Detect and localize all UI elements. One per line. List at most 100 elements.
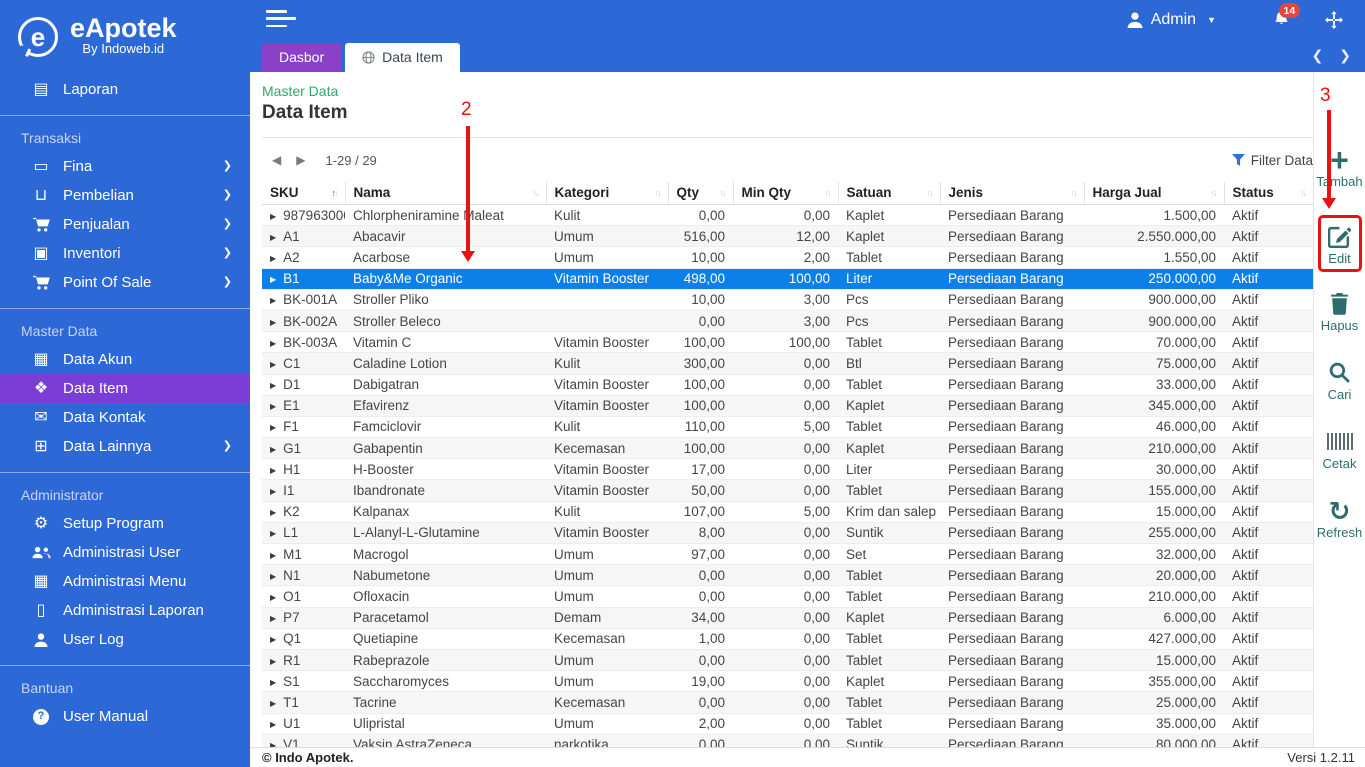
page-next-icon[interactable]: ▶ (296, 153, 305, 167)
column-header-harga-jual[interactable]: Harga Jual ↑↓ (1083, 182, 1224, 205)
column-header-min-qty[interactable]: Min Qty ↑↓ (732, 182, 838, 205)
table-row[interactable]: ▶ C1 Caladine Lotion Kulit 300,00 0,00 Btl Pers… (262, 352, 1313, 375)
table-row[interactable]: ▶ U1 Ulipristal Umum 2,00 0,00 Tablet Persediaa… (262, 713, 1313, 735)
annotation-arrow-2-line (466, 126, 470, 252)
table-row[interactable]: ▶ BK-002A Stroller Beleco 0,00 3,00 Pcs Persed… (262, 310, 1313, 333)
tambah-button[interactable]: + Tambah (1316, 144, 1362, 190)
row-expand-icon[interactable]: ▶ (270, 318, 276, 327)
refresh-button[interactable]: ↻ Refresh (1317, 497, 1363, 541)
notifications-button[interactable]: 14 (1274, 3, 1300, 30)
sidebar-item-data-lainnya[interactable]: ⊞ Data Lainnya ❯ (0, 432, 250, 461)
table-row[interactable]: ▶ E1 Efavirenz Vitamin Booster 100,00 0,00 Kap… (262, 395, 1313, 417)
sidebar-item-data-item[interactable]: ❖ Data Item (0, 374, 250, 403)
row-expand-icon[interactable]: ▶ (270, 614, 276, 623)
row-expand-icon[interactable]: ▶ (270, 254, 276, 263)
row-expand-icon[interactable]: ▶ (270, 423, 276, 432)
column-header-qty[interactable]: Qty ↑↓ (667, 182, 733, 205)
sidebar-item-administrasi-menu[interactable]: ▦ Administrasi Menu (0, 567, 250, 596)
cell-harga_jual: 900.000,00 (1084, 289, 1224, 311)
table-row[interactable]: ▶ L1 L-Alanyl-L-Glutamine Vitamin Booster 8,… (262, 522, 1313, 545)
sidebar-item-user-log[interactable]: User Log (0, 625, 250, 654)
table-row[interactable]: ▶ T1 Tacrine Kecemasan 0,00 0,00 Tablet Persedi… (262, 691, 1313, 714)
row-expand-icon[interactable]: ▶ (270, 466, 276, 475)
table-row[interactable]: ▶ H1 H-Booster Vitamin Booster 17,00 0,00 Lite… (262, 458, 1313, 481)
table-row[interactable]: ▶ A2 Acarbose Umum 10,00 2,00 Tablet Persediaan… (262, 246, 1313, 269)
column-header-jenis[interactable]: Jenis ↑↓ (939, 182, 1084, 205)
cell-status: Aktif (1224, 352, 1313, 375)
sidebar-item-pembelian[interactable]: ⊔ Pembelian ❯ (0, 181, 250, 210)
sidebar-item-setup-program[interactable]: ⚙ Setup Program (0, 509, 250, 538)
table-row[interactable]: ▶ O1 Ofloxacin Umum 0,00 0,00 Tablet Persediaan… (262, 585, 1313, 608)
table-row[interactable]: ▶ G1 Gabapentin Kecemasan 100,00 0,00 Kaplet Pe… (262, 437, 1313, 460)
column-header-sku[interactable]: SKU ↑↓ (262, 182, 345, 205)
row-expand-icon[interactable]: ▶ (270, 275, 276, 284)
cari-button[interactable]: Cari (1328, 359, 1351, 402)
row-expand-icon[interactable]: ▶ (270, 657, 276, 666)
filter-data-button[interactable]: Filter Data (1231, 153, 1313, 168)
row-expand-icon[interactable]: ▶ (270, 635, 276, 644)
table-row[interactable]: ▶ F1 Famciclovir Kulit 110,00 5,00 Tablet Perse… (262, 416, 1313, 439)
tab-scroll-right-icon[interactable]: ❯ (1339, 47, 1351, 64)
row-expand-icon[interactable]: ▶ (270, 508, 276, 517)
row-expand-icon[interactable]: ▶ (270, 720, 276, 729)
column-header-kategori[interactable]: Kategori ↑↓ (545, 182, 668, 205)
sidebar-item-data-kontak[interactable]: ✉ Data Kontak (0, 403, 250, 432)
tab-dasbor[interactable]: Dasbor (262, 43, 342, 72)
fullscreen-button[interactable] (1325, 11, 1343, 29)
sidebar-item-point-of-sale[interactable]: Point Of Sale ❯ (0, 268, 250, 297)
row-expand-icon[interactable]: ▶ (270, 699, 276, 708)
sidebar-item-fina[interactable]: ▭ Fina ❯ (0, 152, 250, 181)
hapus-button[interactable]: Hapus (1321, 290, 1358, 333)
sidebar-item-penjualan[interactable]: Penjualan ❯ (0, 210, 250, 239)
table-row[interactable]: ▶ V1 Vaksin AstraZeneca narkotika 0,00 0,00 Su… (262, 734, 1313, 747)
table-row[interactable]: ▶ BK-001A Stroller Pliko 10,00 3,00 Pcs Persed… (262, 289, 1313, 311)
cell-kategori: Kecemasan (546, 437, 668, 460)
row-expand-icon[interactable]: ▶ (270, 445, 276, 454)
user-menu[interactable]: Admin ▼ (1127, 11, 1216, 29)
row-expand-icon[interactable]: ▶ (270, 360, 276, 369)
sidebar-item-data-akun[interactable]: ▦ Data Akun (0, 345, 250, 374)
hamburger-menu-icon[interactable] (266, 10, 296, 31)
column-header-status[interactable]: Status ↑↓ (1223, 182, 1313, 205)
row-expand-icon[interactable]: ▶ (270, 593, 276, 602)
table-row[interactable]: ▶ S1 Saccharomyces Umum 19,00 0,00 Kaplet Perse… (262, 670, 1313, 693)
row-expand-icon[interactable]: ▶ (270, 572, 276, 581)
sidebar-item-user-manual[interactable]: ? User Manual (0, 702, 250, 731)
row-expand-icon[interactable]: ▶ (270, 381, 276, 390)
cell-satuan: Pcs (838, 310, 940, 333)
table-row[interactable]: ▶ N1 Nabumetone Umum 0,00 0,00 Tablet Persediaa… (262, 564, 1313, 587)
row-expand-icon[interactable]: ▶ (270, 212, 276, 221)
table-row[interactable]: ▶ M1 Macrogol Umum 97,00 0,00 Set Persediaan Ba… (262, 543, 1313, 566)
sidebar-item-inventori[interactable]: ▣ Inventori ❯ (0, 239, 250, 268)
table-row[interactable]: ▶ P7 Paracetamol Demam 34,00 0,00 Kaplet Persed… (262, 607, 1313, 629)
table-row[interactable]: ▶ B1 Baby&Me Organic Vitamin Booster 498,00 1… (262, 268, 1313, 290)
row-expand-icon[interactable]: ▶ (270, 529, 276, 538)
row-expand-icon[interactable]: ▶ (270, 233, 276, 242)
edit-button[interactable]: Edit (1317, 215, 1362, 272)
sidebar-item-administrasi-laporan[interactable]: ▯ Administrasi Laporan (0, 596, 250, 625)
row-expand-icon[interactable]: ▶ (270, 678, 276, 687)
table-row[interactable]: ▶ I1 Ibandronate Vitamin Booster 50,00 0,00 Ta… (262, 479, 1313, 502)
tab-data-item[interactable]: Data Item (345, 43, 460, 72)
column-header-satuan[interactable]: Satuan ↑↓ (837, 182, 940, 205)
row-expand-icon[interactable]: ▶ (270, 741, 276, 747)
page-prev-icon[interactable]: ◀ (272, 153, 281, 167)
table-row[interactable]: ▶ Q1 Quetiapine Kecemasan 1,00 0,00 Tablet Pers… (262, 628, 1313, 650)
row-expand-icon[interactable]: ▶ (270, 402, 276, 411)
table-row[interactable]: ▶ D1 Dabigatran Vitamin Booster 100,00 0,00 Ta… (262, 374, 1313, 396)
row-expand-icon[interactable]: ▶ (270, 296, 276, 305)
row-expand-icon[interactable]: ▶ (270, 487, 276, 496)
table-row[interactable]: ▶ BK-003A Vitamin C Vitamin Booster 100,00 10… (262, 331, 1313, 354)
cetak-button[interactable]: Cetak (1323, 428, 1356, 471)
sidebar-item-laporan[interactable]: ▤ Laporan (0, 75, 250, 104)
table-row[interactable]: ▶ 987963000 Chlorpheniramine Maleat Kulit 0,… (262, 204, 1313, 227)
row-expand-icon[interactable]: ▶ (270, 551, 276, 560)
cell-min_qty: 0,00 (733, 374, 838, 396)
table-row[interactable]: ▶ R1 Rabeprazole Umum 0,00 0,00 Tablet Persedia… (262, 649, 1313, 672)
tab-scroll-left-icon[interactable]: ❮ (1312, 47, 1324, 64)
column-header-nama[interactable]: Nama ↑↓ (344, 182, 546, 205)
table-row[interactable]: ▶ A1 Abacavir Umum 516,00 12,00 Kaplet Persedia… (262, 225, 1313, 248)
sidebar-item-administrasi-user[interactable]: Administrasi User (0, 538, 250, 567)
row-expand-icon[interactable]: ▶ (270, 339, 276, 348)
table-row[interactable]: ▶ K2 Kalpanax Kulit 107,00 5,00 Krim dan salep… (262, 501, 1313, 523)
